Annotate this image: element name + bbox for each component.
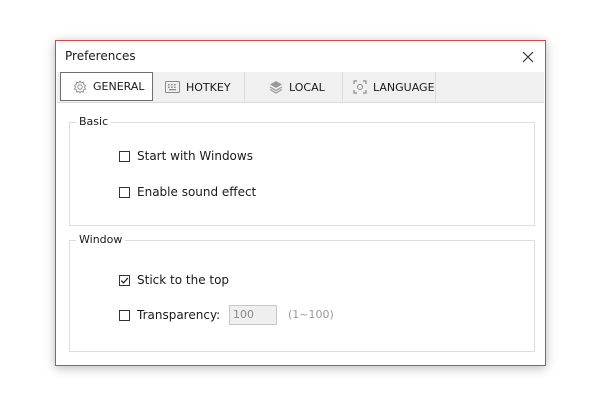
close-icon: [522, 51, 534, 63]
transparency-input[interactable]: 100: [229, 305, 277, 325]
sound-effect-option[interactable]: Enable sound effect: [119, 185, 256, 199]
close-button[interactable]: [517, 46, 539, 68]
start-with-windows-label: Start with Windows: [137, 149, 253, 163]
layers-icon: [269, 81, 283, 94]
window-group-title: Window: [76, 233, 126, 246]
title-bar: Preferences: [56, 41, 545, 71]
preferences-window: Preferences GENERAL HOTKEY LOCAL LANGUAG…: [55, 40, 546, 366]
stick-top-option[interactable]: Stick to the top: [119, 273, 229, 287]
stick-top-label: Stick to the top: [137, 273, 230, 287]
tab-hotkey-label: HOTKEY: [186, 80, 231, 94]
tab-bar: GENERAL HOTKEY LOCAL LANGUAGE: [57, 72, 544, 103]
transparency-label: Transparency:: [137, 308, 221, 322]
window-group: Window Stick to the top Transparency: 10…: [69, 233, 535, 352]
general-panel: Basic Start with Windows Enable sound ef…: [57, 103, 544, 364]
checkmark-icon: [120, 277, 129, 284]
tab-hotkey[interactable]: HOTKEY: [153, 72, 245, 102]
sound-effect-label: Enable sound effect: [137, 185, 257, 199]
sound-effect-checkbox[interactable]: [119, 186, 130, 198]
stick-top-checkbox[interactable]: [119, 274, 130, 286]
tab-general-label: GENERAL: [93, 80, 145, 93]
tab-general[interactable]: GENERAL: [60, 72, 153, 101]
basic-group-title: Basic: [76, 115, 112, 128]
tab-local[interactable]: LOCAL: [245, 72, 343, 102]
transparency-checkbox[interactable]: [119, 309, 130, 321]
transparency-range-hint: (1~100): [288, 308, 334, 321]
tab-local-label: LOCAL: [289, 80, 325, 94]
tab-language-label: LANGUAGE: [373, 80, 435, 94]
start-with-windows-checkbox[interactable]: [119, 150, 130, 162]
window-title: Preferences: [65, 49, 136, 63]
transparency-option[interactable]: Transparency:: [119, 308, 220, 322]
gear-icon: [73, 79, 87, 94]
scan-icon: [353, 80, 367, 94]
tab-language[interactable]: LANGUAGE: [343, 72, 436, 102]
start-with-windows-option[interactable]: Start with Windows: [119, 149, 253, 163]
keyboard-icon: [165, 81, 180, 93]
basic-group: Basic Start with Windows Enable sound ef…: [69, 115, 535, 226]
